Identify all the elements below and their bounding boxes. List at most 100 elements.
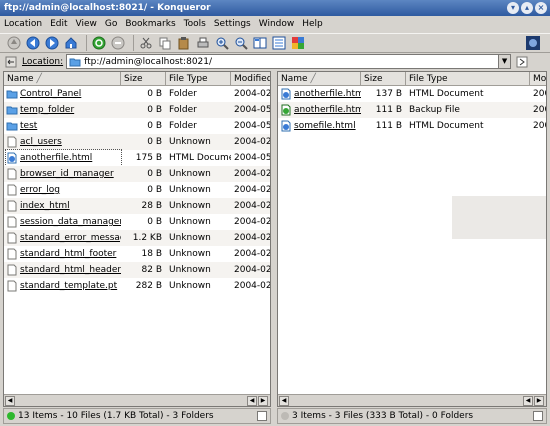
file-type: Unknown [169,185,211,195]
scroll-left-icon[interactable]: ◀ [5,396,15,406]
file-row[interactable]: standard_template.pt 282 B Unknown 2004-02-… [4,278,270,294]
blank-file-icon [6,184,18,196]
view-mode-icon[interactable] [271,35,287,51]
menu-bookmarks[interactable]: Bookmarks [125,19,175,29]
file-row[interactable]: acl_users 0 B Unknown 2004-02-1 [4,134,270,150]
file-size: 137 B [375,89,402,99]
column-file-type[interactable]: File Type [166,72,231,86]
back-icon[interactable] [25,35,41,51]
up-icon[interactable] [6,35,22,51]
file-name[interactable]: standard_error_message [20,230,121,246]
link-view-checkbox[interactable] [533,411,543,421]
file-size: 0 B [147,137,162,147]
print-icon[interactable] [195,35,211,51]
stop-icon[interactable] [110,35,126,51]
file-name[interactable]: anotherfile.html~ [294,102,361,118]
file-name[interactable]: session_data_manager [20,214,121,230]
menu-edit[interactable]: Edit [50,19,67,29]
location-dropdown-icon[interactable]: ▼ [498,55,511,68]
scroll-right-icon[interactable]: ▶ [258,396,268,406]
file-name[interactable]: index_html [20,198,70,214]
go-button[interactable] [515,55,529,69]
menu-location[interactable]: Location [4,19,42,29]
file-row[interactable]: anotherfile.html 175 B HTML Document2004-0… [4,149,270,167]
minimize-button[interactable]: ▾ [507,2,519,14]
file-row[interactable]: standard_error_message 1.2 KB Unknown 2004-… [4,230,270,246]
menu-help[interactable]: Help [302,19,323,29]
file-name[interactable]: anotherfile.html [294,86,361,102]
file-row[interactable]: index_html 28 B Unknown 2004-02-1 [4,198,270,214]
cut-icon[interactable] [138,35,154,51]
left-file-pane[interactable]: Name ╱ Size File Type Modified Control_P… [3,71,271,407]
forward-icon[interactable] [44,35,60,51]
zoom-out-icon[interactable] [233,35,249,51]
file-name[interactable]: standard_html_header [20,262,121,278]
file-row[interactable]: session_data_manager 0 B Unknown 2004-02-1 [4,214,270,230]
maximize-button[interactable]: ▴ [521,2,533,14]
scroll-left-icon[interactable]: ◀ [247,396,257,406]
menu-view[interactable]: View [76,19,97,29]
file-size: 0 B [147,169,162,179]
reload-icon[interactable] [91,35,107,51]
file-type: Unknown [169,265,211,275]
left-horizontal-scrollbar[interactable]: ◀ ◀ ▶ [4,394,270,406]
file-row[interactable]: error_log 0 B Unknown 2004-02-1 [4,182,270,198]
column-modified[interactable]: Mod [530,72,546,86]
menu-bar: Location Edit View Go Bookmarks Tools Se… [0,16,550,32]
file-name[interactable]: standard_template.pt [20,278,117,294]
menu-go[interactable]: Go [105,19,117,29]
clear-location-icon[interactable] [4,55,18,69]
file-row[interactable]: somefile.html 111 B HTML Document 2004 [278,118,546,134]
location-input[interactable]: ftp://admin@localhost:8021/ ▼ [66,54,512,69]
scroll-right-icon[interactable]: ▶ [534,396,544,406]
file-modified: 2004-05-0 [234,121,270,131]
column-name[interactable]: Name ╱ [278,72,361,86]
file-type: Unknown [169,169,211,179]
scroll-left-icon[interactable]: ◀ [279,396,289,406]
file-size: 1.2 KB [132,233,162,243]
file-name[interactable]: Control_Panel [20,86,81,102]
copy-icon[interactable] [157,35,173,51]
file-name[interactable]: acl_users [20,134,62,150]
scroll-left-icon[interactable]: ◀ [523,396,533,406]
file-name[interactable]: anotherfile.html [20,150,92,166]
right-file-pane[interactable]: Name ╱ Size File Type Mod anotherfile.ht… [277,71,547,407]
link-view-checkbox[interactable] [257,411,267,421]
file-name[interactable]: browser_id_manager [20,166,114,182]
column-file-type[interactable]: File Type [406,72,530,86]
menu-window[interactable]: Window [259,19,295,29]
file-type: Unknown [169,281,211,291]
window-title: ftp://admin@localhost:8021/ - Konqueror [4,3,211,13]
file-size: 82 B [141,265,163,275]
file-row[interactable]: standard_html_footer 18 B Unknown 2004-02-1 [4,246,270,262]
file-row[interactable]: temp_folder 0 B Folder 2004-05-0 [4,102,270,118]
file-name[interactable]: temp_folder [20,102,74,118]
file-row[interactable]: anotherfile.html~ 111 B Backup File 2004 [278,102,546,118]
right-horizontal-scrollbar[interactable]: ◀ ◀ ▶ [278,394,546,406]
file-name[interactable]: somefile.html [294,118,356,134]
menu-settings[interactable]: Settings [214,19,251,29]
close-button[interactable]: × [535,2,547,14]
menu-tools[interactable]: Tools [184,19,206,29]
file-size: 0 B [147,121,162,131]
active-view-indicator [7,412,15,420]
file-name[interactable]: standard_html_footer [20,246,116,262]
file-row[interactable]: standard_html_header 82 B Unknown 2004-02-1 [4,262,270,278]
security-icon[interactable] [290,35,306,51]
file-row[interactable]: browser_id_manager 0 B Unknown 2004-02-1 [4,166,270,182]
column-size[interactable]: Size [121,72,166,86]
file-type: Unknown [169,249,211,259]
split-view-icon[interactable] [252,35,268,51]
column-modified[interactable]: Modified [231,72,270,86]
paste-icon[interactable] [176,35,192,51]
file-row[interactable]: Control_Panel 0 B Folder 2004-02-1 [4,86,270,102]
file-row[interactable]: test 0 B Folder 2004-05-0 [4,118,270,134]
file-row[interactable]: anotherfile.html 137 B HTML Document 2004 [278,86,546,102]
column-name[interactable]: Name ╱ [4,72,121,86]
file-size: 0 B [147,105,162,115]
file-name[interactable]: test [20,118,37,134]
home-icon[interactable] [63,35,79,51]
column-size[interactable]: Size [361,72,406,86]
zoom-in-icon[interactable] [214,35,230,51]
file-name[interactable]: error_log [20,182,60,198]
